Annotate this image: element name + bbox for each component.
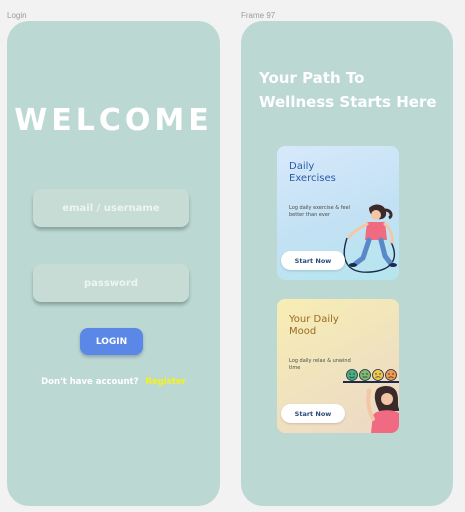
card-title: Your Daily Mood: [289, 314, 339, 338]
signup-question: Don't have account?: [41, 377, 139, 387]
password-placeholder: password: [83, 277, 138, 289]
card-title-line-2: Mood: [289, 326, 317, 337]
daily-mood-card[interactable]: Your Daily Mood Log daily relax & unwind…: [277, 299, 399, 433]
jump-rope-person-illustration: [343, 204, 397, 273]
tagline-line-2: Wellness Starts Here: [259, 93, 437, 111]
neutral-face-icon: [359, 369, 371, 381]
card-title-line-1: Daily: [289, 161, 315, 172]
welcome-title: WELCOME: [14, 103, 213, 138]
daily-exercises-card[interactable]: Daily Exercises Log daily exercise & fee…: [277, 146, 399, 280]
happy-face-icon: [346, 369, 358, 381]
password-field[interactable]: password: [33, 264, 189, 302]
card-title-line-2: Exercises: [289, 173, 336, 184]
meh-face-icon: [372, 369, 384, 381]
login-frame-label: Login: [7, 11, 27, 20]
register-link[interactable]: Register: [145, 377, 185, 387]
card-title-line-1: Your Daily: [289, 314, 339, 325]
welcome-frame-label: Frame 97: [241, 11, 276, 20]
email-field[interactable]: email / username: [33, 189, 189, 227]
mood-rating-illustration: [343, 369, 399, 433]
start-now-button[interactable]: Start Now: [281, 251, 345, 270]
start-now-button[interactable]: Start Now: [281, 404, 345, 423]
sad-face-icon: [385, 369, 397, 381]
email-placeholder: email / username: [62, 202, 160, 214]
welcome-frame: Your Path To Wellness Starts Here Daily …: [241, 21, 453, 506]
tagline: Your Path To Wellness Starts Here: [259, 66, 437, 114]
tagline-line-1: Your Path To: [259, 69, 365, 87]
signup-row: Don't have account? Register: [7, 377, 220, 387]
login-button[interactable]: LOGIN: [80, 328, 143, 355]
card-title: Daily Exercises: [289, 161, 336, 185]
login-frame: WELCOME email / username password LOGIN …: [7, 21, 220, 506]
